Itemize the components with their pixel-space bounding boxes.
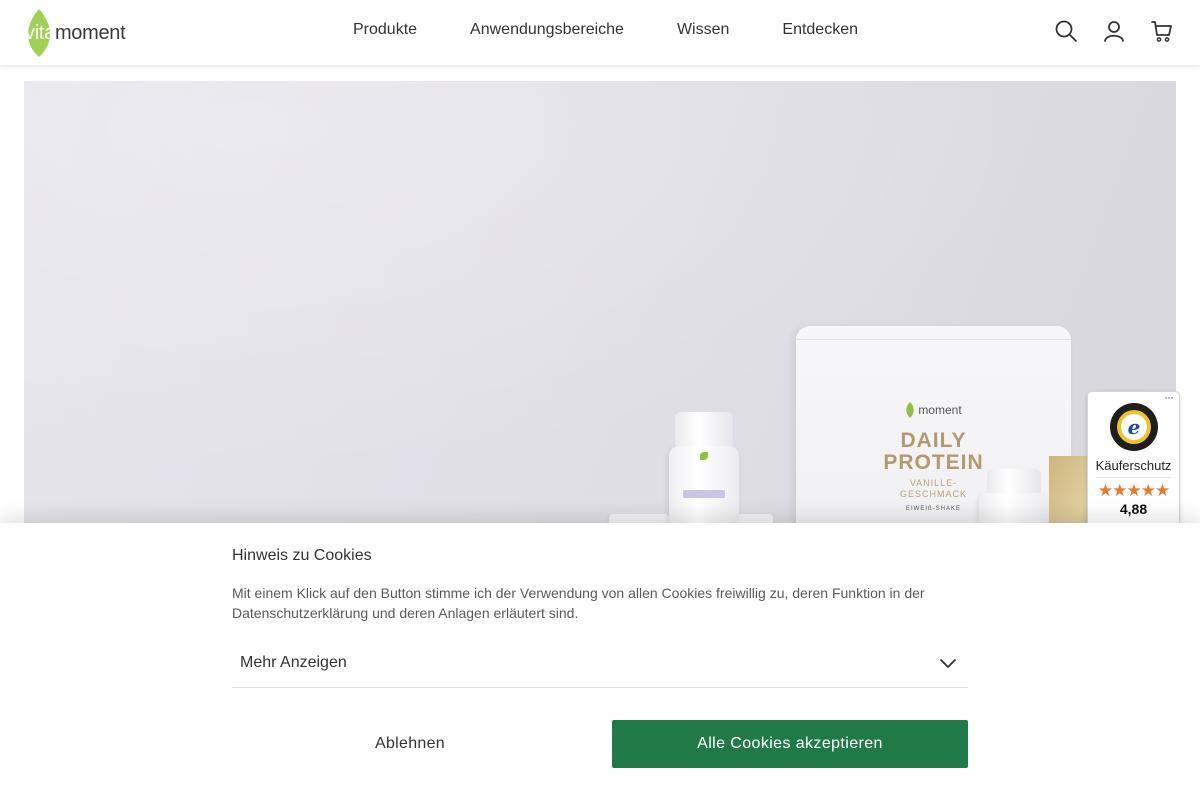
cookie-text: Mit einem Klick auf den Button stimme ic… <box>232 585 925 621</box>
pouch-title: DAILY PROTEIN <box>796 430 1071 474</box>
trust-label: Käuferschutz <box>1095 458 1172 473</box>
vitamoment-logo[interactable]: vita moment <box>24 8 126 58</box>
leaf-icon <box>906 402 915 418</box>
logo-vita: vita <box>25 21 55 44</box>
logo-text: vita moment <box>24 21 126 45</box>
cookie-banner: Hinweis zu Cookies Mit einem Klick auf d… <box>0 523 1200 800</box>
site-header: vita moment Produkte Anwendungsbereiche W… <box>0 0 1200 65</box>
hero-image: moment DAILY PROTEIN VANILLE- GESCHMACK … <box>24 81 1176 541</box>
main-nav: Produkte Anwendungsbereiche Wissen Entde… <box>353 21 858 39</box>
show-more-toggle[interactable]: Mehr Anzeigen <box>232 643 968 688</box>
trusted-shops-seal-icon: e <box>1110 403 1158 451</box>
bottle-cap <box>987 469 1041 493</box>
chevron-down-icon <box>940 659 956 668</box>
nav-item-anwendungsbereiche[interactable]: Anwendungsbereiche <box>470 21 624 39</box>
decline-button[interactable]: Ablehnen <box>232 720 588 768</box>
cart-icon[interactable] <box>1150 19 1174 43</box>
cookie-title: Hinweis zu Cookies <box>232 547 372 564</box>
bottle-label-stripe <box>683 490 725 498</box>
pouch-title-line1: DAILY <box>900 429 967 452</box>
pouch-brand: moment <box>796 402 1071 418</box>
more-options-icon[interactable]: ··· <box>1164 390 1174 404</box>
pouch-seal <box>796 326 1071 340</box>
logo-moment: moment <box>54 21 126 44</box>
search-icon[interactable] <box>1054 19 1078 43</box>
trusted-shops-badge[interactable]: ··· e Käuferschutz ★★★★★ 4,88 <box>1087 390 1180 531</box>
accept-all-cookies-button[interactable]: Alle Cookies akzeptieren <box>612 720 968 768</box>
rating-stars: ★★★★★ <box>1097 481 1170 500</box>
nav-item-wissen[interactable]: Wissen <box>677 21 729 39</box>
nav-item-produkte[interactable]: Produkte <box>353 21 417 39</box>
show-more-label: Mehr Anzeigen <box>240 654 347 671</box>
svg-text:e: e <box>1128 415 1141 439</box>
divider <box>1096 477 1171 478</box>
rating-score: 4,88 <box>1119 501 1148 517</box>
pouch-brand-text: moment <box>918 403 962 417</box>
bottle-cap <box>675 412 733 446</box>
nav-item-entdecken[interactable]: Entdecken <box>782 21 858 39</box>
user-icon[interactable] <box>1102 19 1126 43</box>
header-actions <box>1054 19 1174 43</box>
leaf-icon <box>700 452 708 460</box>
